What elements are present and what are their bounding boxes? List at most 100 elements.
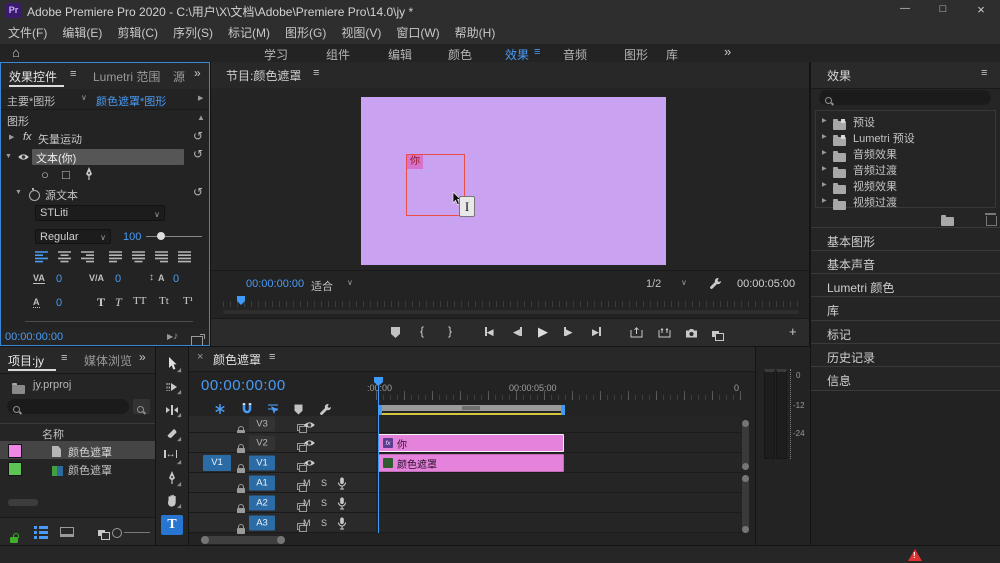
track-name-a3[interactable]: A3 [249, 515, 275, 530]
track-lane-a2[interactable] [376, 493, 742, 513]
mic-icon[interactable] [337, 477, 347, 490]
close-button[interactable]: × [966, 2, 996, 17]
reset-icon[interactable]: ↺ [193, 185, 203, 199]
go-to-in-icon[interactable]: ◀ [485, 327, 494, 338]
track-name-v3[interactable]: V3 [249, 416, 275, 432]
panel-tab-essential-sound[interactable]: 基本声音 [811, 250, 1000, 273]
play-button-icon[interactable]: ▶ [538, 324, 548, 340]
effects-search-box[interactable] [819, 90, 991, 105]
chevron-down-icon[interactable]: ∨ [347, 278, 353, 287]
font-size-slider[interactable] [146, 236, 202, 237]
icon-view-icon[interactable] [60, 527, 74, 537]
panel-tab-history[interactable]: 历史记录 [811, 343, 1000, 366]
name-column-header[interactable]: 名称 [42, 426, 64, 442]
timeline-timecode[interactable]: 00:00:00:00 [201, 377, 286, 394]
panel-tab-essential-graphics[interactable]: 基本图形 [811, 227, 1000, 250]
track-header-a1[interactable]: A1 M S [189, 473, 376, 494]
export-frame-icon[interactable] [685, 328, 698, 338]
menu-sequence[interactable]: 序列(S) [173, 24, 213, 41]
project-file-name[interactable]: jy.prproj [33, 379, 71, 391]
panel-menu-icon[interactable]: ≡ [981, 67, 987, 79]
align-left-icon[interactable] [35, 251, 49, 263]
settings-wrench-icon[interactable] [709, 277, 722, 290]
project-item-row[interactable]: 颜色遮罩 [0, 441, 155, 459]
tracking-value[interactable]: 0 [115, 273, 121, 285]
solo-button[interactable]: S [321, 518, 327, 528]
zoom-slider-track[interactable] [124, 532, 150, 533]
menu-view[interactable]: 视图(V) [341, 24, 381, 41]
sequence-tab-label[interactable]: 颜色遮罩 [213, 351, 261, 368]
pen-tool[interactable] [167, 471, 177, 485]
home-icon[interactable]: ⌂ [12, 45, 20, 60]
justify-last-left-icon[interactable] [109, 251, 123, 263]
justify-last-center-icon[interactable] [132, 251, 146, 263]
mark-in-icon[interactable]: { [420, 324, 424, 338]
track-header-a2[interactable]: A2 M S [189, 493, 376, 514]
play-audio-icon[interactable]: ▶♪ [167, 331, 178, 342]
rect-tool-icon[interactable]: □ [62, 167, 70, 182]
track-name-a1[interactable]: A1 [249, 475, 275, 490]
font-style-dropdown[interactable]: Regular ∨ [35, 229, 111, 244]
menu-graphics[interactable]: 图形(G) [285, 24, 326, 41]
sequence-clip-label[interactable]: 颜色遮罩*图形 [96, 93, 166, 109]
workspace-tab-effects-menu-icon[interactable]: ≡ [534, 46, 540, 58]
export-icon[interactable] [191, 334, 205, 345]
button-editor-icon[interactable]: + [789, 324, 797, 339]
chevron-right-icon[interactable]: ▶ [198, 94, 203, 102]
chevron-down-icon[interactable]: ∨ [81, 93, 87, 102]
chevron-right-icon[interactable]: ▶ [822, 181, 827, 188]
ellipse-tool-icon[interactable]: ○ [41, 167, 49, 182]
workspace-tab-libraries[interactable]: 库 [666, 46, 678, 63]
label-color-swatch[interactable] [8, 444, 22, 458]
chevron-right-icon[interactable]: ▶ [822, 149, 827, 156]
panel-tab-libraries[interactable]: 库 [811, 296, 1000, 319]
add-marker-icon[interactable] [294, 404, 303, 415]
workspace-tab-effects[interactable]: 效果 [505, 46, 529, 63]
work-area-bar[interactable] [378, 405, 565, 415]
project-item-row[interactable]: 颜色遮罩 [0, 459, 155, 477]
menu-window[interactable]: 窗口(W) [396, 24, 439, 41]
reset-icon[interactable]: ↺ [193, 147, 203, 161]
justify-last-right-icon[interactable] [155, 251, 169, 263]
text-layer-field[interactable]: 文本(你) [32, 149, 184, 165]
tab-effect-controls[interactable]: 效果控件 [9, 68, 57, 85]
track-header-v2[interactable]: V2 [189, 433, 376, 454]
effects-folder-row[interactable]: ▶ 音频效果 [816, 145, 995, 162]
project-search-box[interactable] [7, 399, 129, 414]
tab-lumetri-scopes[interactable]: Lumetri 范围 [93, 68, 160, 85]
mic-icon[interactable] [337, 517, 347, 530]
tab-source[interactable]: 源 [173, 68, 185, 85]
track-lane-a3[interactable] [376, 513, 742, 533]
linked-selection-icon[interactable] [267, 403, 279, 415]
mute-button[interactable]: M [303, 478, 311, 488]
monitor-timecode[interactable]: 00:00:00:00 [246, 278, 304, 290]
minimize-button[interactable]: — [890, 3, 920, 14]
chevron-down-icon[interactable]: ∨ [681, 278, 687, 287]
selected-text-overlay[interactable]: 你 [407, 155, 423, 169]
selection-tool[interactable] [167, 357, 177, 371]
panel-tab-markers[interactable]: 标记 [811, 320, 1000, 343]
panel-tab-info[interactable]: 信息 [811, 366, 1000, 389]
panel-menu-icon[interactable]: ≡ [269, 351, 275, 363]
panel-tab-lumetri-color[interactable]: Lumetri 颜色 [811, 273, 1000, 296]
font-size-slider-knob[interactable] [157, 232, 165, 240]
scroll-up-icon[interactable]: ▲ [197, 113, 205, 122]
collapse-icon[interactable]: ▼ [15, 189, 22, 196]
list-view-icon[interactable] [34, 526, 48, 539]
track-header-a3[interactable]: A3 M S [189, 513, 376, 534]
faux-bold-icon[interactable]: T [97, 295, 105, 310]
video-tracks-scrollbar[interactable] [742, 420, 749, 470]
workspace-tab-assembly[interactable]: 组件 [326, 46, 350, 63]
track-name-v1[interactable]: V1 [249, 455, 275, 470]
workspace-tab-graphics[interactable]: 图形 [624, 46, 648, 63]
time-ruler[interactable]: :00:00 00:00:05:00 0 [367, 377, 744, 401]
horizontal-scrollbar-stub[interactable] [8, 499, 38, 506]
timeline-settings-wrench-icon[interactable] [319, 403, 332, 416]
menu-edit[interactable]: 编辑(E) [62, 24, 102, 41]
playback-resolution-dropdown[interactable]: 1/2 [646, 278, 661, 290]
workspace-overflow-icon[interactable]: » [724, 44, 731, 59]
kerning-value[interactable]: 0 [56, 273, 62, 285]
eye-icon[interactable] [303, 421, 316, 429]
chevron-right-icon[interactable]: ▶ [822, 133, 827, 140]
align-right-icon[interactable] [81, 251, 95, 263]
